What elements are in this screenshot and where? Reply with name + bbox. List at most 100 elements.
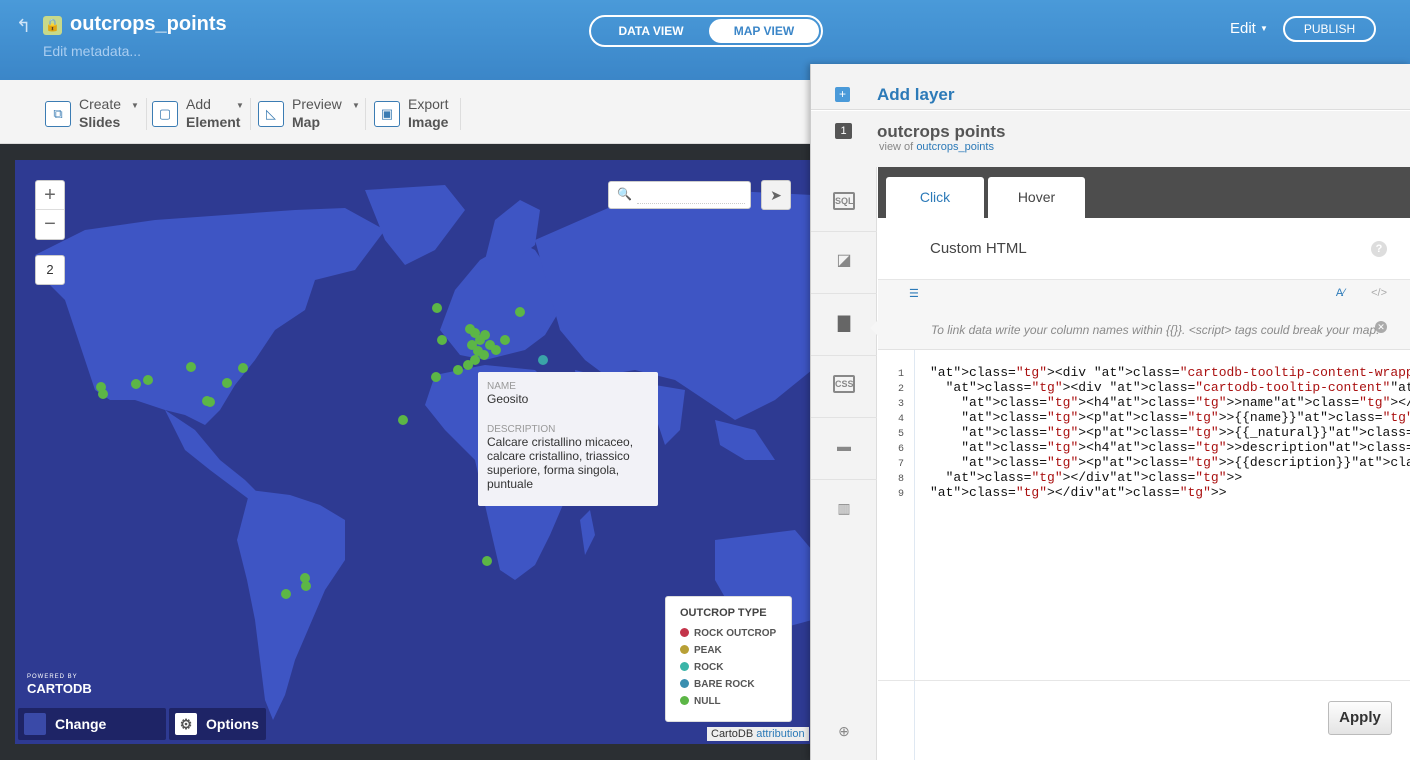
code-text: "at">class="tg"></div"at">class="tg">> bbox=[930, 485, 1227, 500]
preview-map-button[interactable]: ◺ Preview Map ▼ bbox=[258, 95, 362, 131]
lock-icon[interactable]: 🔒 bbox=[43, 16, 62, 35]
map-attribution: CartoDB attribution bbox=[707, 727, 809, 741]
tab-hover[interactable]: Hover bbox=[988, 177, 1085, 218]
layer-name[interactable]: outcrops points bbox=[877, 122, 1005, 142]
map-canvas[interactable]: + − 2 🔍 ➤ NAME Geosito DESCRIPTION Calca… bbox=[15, 160, 812, 744]
edit-menu[interactable]: Edit ▼ bbox=[1230, 20, 1268, 37]
rail-divider bbox=[811, 231, 877, 232]
map-point[interactable] bbox=[482, 556, 492, 566]
map-point[interactable] bbox=[186, 362, 196, 372]
edit-menu-label: Edit bbox=[1230, 20, 1256, 37]
publish-button[interactable]: PUBLISH bbox=[1283, 16, 1376, 42]
close-icon[interactable]: ✕ bbox=[1375, 321, 1387, 333]
gear-icon: ⚙ bbox=[175, 713, 197, 735]
map-point[interactable] bbox=[437, 335, 447, 345]
create-slides-line1: Create bbox=[79, 96, 122, 112]
legend-item-label: ROCK OUTCROP bbox=[694, 628, 777, 639]
map-point[interactable] bbox=[453, 365, 463, 375]
back-arrow-icon[interactable]: ↰ bbox=[16, 16, 31, 37]
add-layer-row[interactable]: + Add layer bbox=[811, 64, 1410, 110]
css-icon[interactable]: CSS bbox=[833, 375, 855, 393]
layer-source-prefix: view of bbox=[879, 141, 914, 153]
map-point[interactable] bbox=[143, 375, 153, 385]
export-image-line2: Image bbox=[408, 114, 449, 130]
legend-icon[interactable]: ▬ bbox=[833, 437, 855, 455]
map-point[interactable] bbox=[500, 335, 510, 345]
toolbar-divider bbox=[146, 98, 147, 130]
map-point[interactable] bbox=[98, 389, 108, 399]
dataset-title[interactable]: outcrops_points bbox=[70, 13, 227, 36]
code-line: 2 "at">class="tg"><div "at">class="carto… bbox=[878, 380, 1410, 395]
legend-item: ROCK bbox=[680, 659, 777, 676]
options-label: Options bbox=[206, 716, 259, 732]
legend-swatch bbox=[680, 662, 689, 671]
rail-divider bbox=[811, 293, 877, 294]
zoom-out-button[interactable]: − bbox=[36, 210, 64, 239]
legend-swatch bbox=[680, 696, 689, 705]
map-point[interactable] bbox=[480, 330, 490, 340]
cartodb-logo: POWERED BY CARTODB bbox=[27, 674, 92, 698]
map-point[interactable] bbox=[398, 415, 408, 425]
tooltip-name-header: NAME bbox=[487, 381, 516, 392]
code-line: 4 "at">class="tg"><p"at">class="tg">>{{n… bbox=[878, 410, 1410, 425]
map-point[interactable] bbox=[491, 345, 501, 355]
layer-number-badge: 1 bbox=[835, 123, 852, 139]
legend-item-label: PEAK bbox=[694, 645, 722, 656]
change-basemap-button[interactable]: Change basemap bbox=[18, 708, 166, 740]
map-view-button[interactable]: MAP VIEW bbox=[709, 19, 819, 43]
tab-click[interactable]: Click bbox=[886, 177, 984, 218]
add-layer-icon[interactable]: ⊕ bbox=[833, 722, 855, 740]
code-text: "at">class="tg"><p"at">class="tg">>{{des… bbox=[961, 455, 1410, 470]
tooltip-name-value: Geosito bbox=[487, 392, 529, 406]
map-point[interactable] bbox=[538, 355, 548, 365]
share-icon[interactable]: ➤ bbox=[761, 180, 791, 210]
sql-icon[interactable]: SQL bbox=[833, 192, 855, 210]
map-options-button[interactable]: ⚙ Options bbox=[169, 708, 266, 740]
legend-swatch bbox=[680, 679, 689, 688]
code-text: "at">class="tg"><div "at">class="cartodb… bbox=[930, 365, 1410, 380]
wizard-icon[interactable]: ◪ bbox=[833, 252, 855, 270]
filters-icon[interactable]: ▥ bbox=[833, 499, 855, 517]
attribution-prefix: CartoDB bbox=[711, 728, 754, 740]
toolbar-divider bbox=[460, 98, 461, 130]
code-editor[interactable]: 1 "at">class="tg"><div "at">class="cartod… bbox=[878, 350, 1410, 760]
create-slides-button[interactable]: ⧉ Create Slides ▼ bbox=[45, 95, 145, 131]
add-element-line2: Element bbox=[186, 114, 241, 130]
code-icon[interactable]: </> bbox=[1371, 287, 1387, 299]
apply-button[interactable]: Apply bbox=[1328, 701, 1392, 735]
create-slides-line2: Slides bbox=[79, 114, 121, 130]
map-point[interactable] bbox=[479, 350, 489, 360]
code-text: "at">class="tg"><h4"at">class="tg">>name… bbox=[961, 395, 1410, 410]
legend-item: ROCK OUTCROP bbox=[680, 625, 777, 642]
zoom-in-button[interactable]: + bbox=[36, 181, 64, 210]
code-line: 3 "at">class="tg"><h4"at">class="tg">>na… bbox=[878, 395, 1410, 410]
layer-source-link[interactable]: outcrops_points bbox=[916, 141, 994, 153]
map-point[interactable] bbox=[463, 360, 473, 370]
map-point[interactable] bbox=[301, 581, 311, 591]
map-search-input[interactable] bbox=[637, 187, 745, 204]
map-point[interactable] bbox=[515, 307, 525, 317]
map-point[interactable] bbox=[238, 363, 248, 373]
map-point[interactable] bbox=[431, 372, 441, 382]
code-line: 5 "at">class="tg"><p"at">class="tg">>{{_… bbox=[878, 425, 1410, 440]
format-icon[interactable]: ☰ bbox=[909, 287, 919, 300]
attribution-link[interactable]: attribution bbox=[756, 728, 804, 740]
infowindow-icon[interactable]: ▇ bbox=[833, 315, 855, 333]
map-point[interactable] bbox=[205, 397, 215, 407]
help-icon[interactable]: ? bbox=[1371, 241, 1387, 257]
rail-divider bbox=[811, 417, 877, 418]
data-view-button[interactable]: DATA VIEW bbox=[594, 19, 708, 43]
export-image-button[interactable]: ▣ Export Image bbox=[374, 95, 458, 131]
map-toolbar: ⧉ Create Slides ▼ ▢ Add Element ▼ ◺ Previe… bbox=[0, 80, 812, 144]
legend-swatch bbox=[680, 628, 689, 637]
edit-metadata-link[interactable]: Edit metadata... bbox=[43, 43, 141, 59]
toolbar-divider bbox=[365, 98, 366, 130]
map-point[interactable] bbox=[131, 379, 141, 389]
font-icon[interactable]: A⁄ bbox=[1336, 287, 1345, 299]
map-tooltip: NAME Geosito DESCRIPTION Calcare cristal… bbox=[478, 372, 658, 506]
add-element-button[interactable]: ▢ Add Element ▼ bbox=[152, 95, 248, 131]
map-point[interactable] bbox=[281, 589, 291, 599]
map-point[interactable] bbox=[222, 378, 232, 388]
map-point[interactable] bbox=[432, 303, 442, 313]
image-icon: ▣ bbox=[374, 101, 400, 127]
